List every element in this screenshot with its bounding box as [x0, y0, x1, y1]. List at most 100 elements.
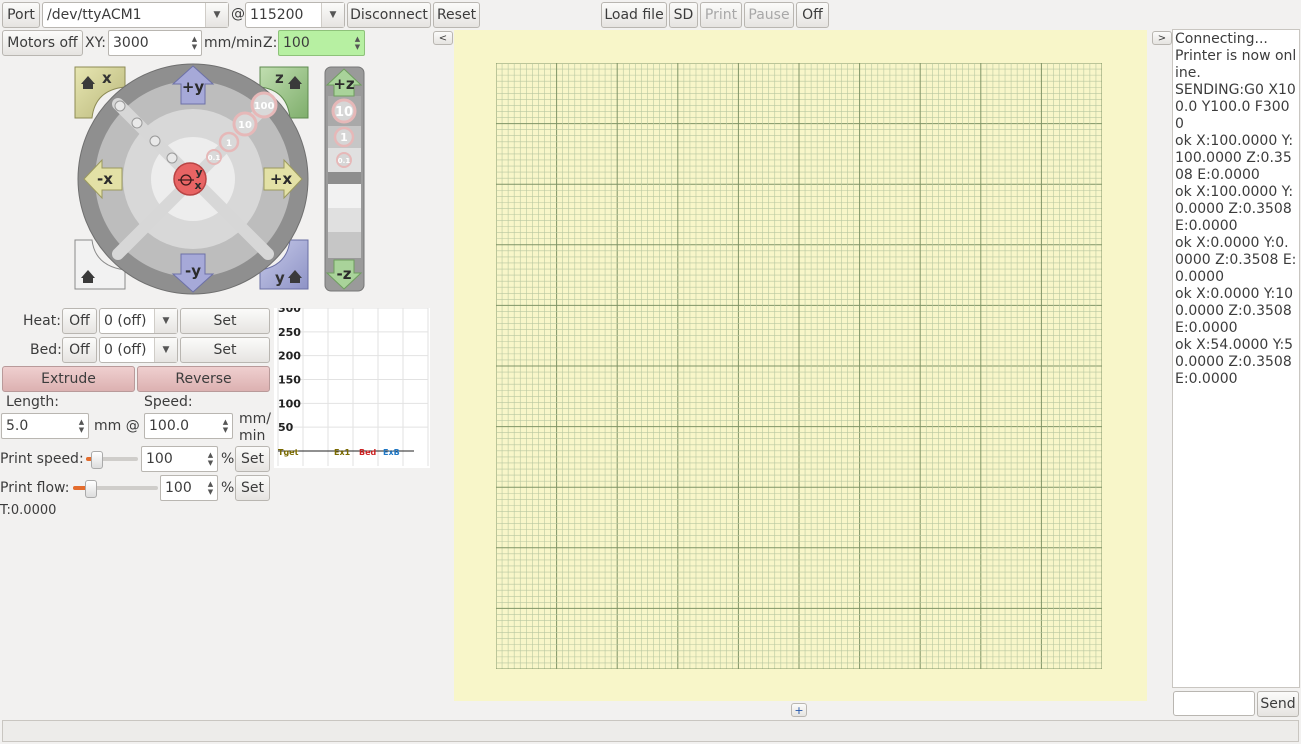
step-1-label: 1	[226, 139, 232, 149]
console-line: Printer is now online.	[1175, 48, 1297, 81]
print-bed-grid[interactable]	[496, 63, 1102, 669]
bed-off-button[interactable]: Off	[62, 337, 97, 363]
chevron-down-icon[interactable]: ▼	[205, 3, 228, 27]
command-input[interactable]	[1173, 691, 1255, 716]
port-value: /dev/ttyACM1	[47, 7, 142, 23]
print-flow-set-button[interactable]: Set	[235, 475, 270, 501]
graph-tick-label: 150	[278, 374, 301, 387]
chevron-down-icon[interactable]: ▼	[154, 338, 177, 362]
graph-tick-label: 50	[278, 421, 294, 434]
center-y-label: y	[195, 166, 202, 179]
spin-arrows-icon[interactable]: ▲ ▼	[219, 414, 232, 438]
send-button[interactable]: Send	[1257, 691, 1299, 717]
print-speed-slider[interactable]	[86, 449, 138, 469]
print-button[interactable]: Print	[700, 2, 742, 28]
home-y-label: y	[275, 269, 285, 287]
print-speed-set-button[interactable]: Set	[235, 446, 270, 472]
load-file-button[interactable]: Load file	[601, 2, 667, 28]
center-x-label: x	[194, 179, 201, 192]
reset-button[interactable]: Reset	[433, 2, 480, 28]
z-step-01-label: 0.1	[338, 157, 351, 165]
rail-knob	[166, 152, 178, 164]
z-feedrate-input[interactable]: 100 ▲ ▼	[278, 30, 365, 56]
console-line: ok X:0.0000 Y:0.0000 Z:0.3508 E:0.0000	[1175, 235, 1297, 285]
reverse-button[interactable]: Reverse	[137, 366, 270, 392]
heat-value: 0 (off)	[104, 313, 147, 329]
slider-thumb[interactable]	[85, 480, 97, 498]
console-line: ok X:100.0000 Y:100.0000 Z:0.3508 E:0.00…	[1175, 133, 1294, 183]
step-100-label: 100	[254, 101, 275, 112]
bed-set-button[interactable]: Set	[180, 337, 270, 363]
motors-off-button[interactable]: Motors off	[2, 30, 83, 56]
sd-button[interactable]: SD	[669, 2, 698, 28]
legend-exb: ExB	[383, 448, 400, 457]
length-input[interactable]: 5.0 ▲ ▼	[1, 413, 89, 439]
bed-label: Bed:	[30, 342, 62, 358]
chevron-down-icon[interactable]: ▼	[154, 309, 177, 333]
print-flow-input[interactable]: 100 ▲ ▼	[160, 475, 218, 501]
temperature-readout: T:0.0000	[0, 503, 57, 518]
spin-arrows-icon[interactable]: ▲ ▼	[75, 414, 88, 438]
xy-feedrate-value: 3000	[113, 35, 149, 51]
heat-set-button[interactable]: Set	[180, 308, 270, 334]
home-z-label: z	[275, 69, 284, 87]
disconnect-button[interactable]: Disconnect	[347, 2, 431, 28]
spin-arrows-icon[interactable]: ▲ ▼	[204, 447, 217, 471]
spin-arrows-icon[interactable]: ▲ ▼	[351, 31, 364, 55]
port-select[interactable]: /dev/ttyACM1 ▼	[42, 2, 229, 28]
length-value: 5.0	[6, 418, 29, 434]
percent-label: %	[221, 480, 235, 496]
console-line: ok X:100.0000 Y:0.0000 Z:0.3508 E:0.0000	[1175, 184, 1297, 234]
heat-label: Heat:	[23, 313, 61, 329]
baud-select[interactable]: 115200 ▼	[245, 2, 345, 28]
z-step-1-label: 1	[340, 131, 348, 144]
console-line: ok X:0.0000 Y:100.0000 Z:0.3508 E:0.0000	[1175, 286, 1297, 336]
extrude-button[interactable]: Extrude	[2, 366, 135, 392]
status-bar	[2, 720, 1299, 742]
print-flow-slider[interactable]	[73, 478, 158, 498]
expand-right-button[interactable]: >	[1152, 31, 1172, 45]
bed-select[interactable]: 0 (off) ▼	[99, 337, 178, 363]
speed-label: Speed:	[144, 394, 193, 410]
home-x-label: x	[102, 69, 112, 87]
spin-arrows-icon[interactable]: ▲ ▼	[204, 476, 217, 500]
spin-arrows-icon[interactable]: ▲ ▼	[188, 31, 201, 55]
pause-button[interactable]: Pause	[744, 2, 794, 28]
legend-target: Tget	[278, 448, 299, 457]
console-log[interactable]: Connecting... Printer is now online. SENDI…	[1172, 29, 1300, 688]
legend-ex1: Ex1	[334, 448, 351, 457]
add-button[interactable]: +	[791, 703, 807, 717]
minus-y-label: -y	[185, 262, 201, 280]
length-label: Length:	[6, 394, 60, 410]
xy-jog-control[interactable]: x z y 100 10 1 0.1 +y -y -x +x y x +z -z…	[70, 62, 370, 298]
graph-tick-label: 100	[278, 397, 301, 410]
heat-off-button[interactable]: Off	[62, 308, 97, 334]
mm-unit-label: mm/	[239, 411, 271, 427]
mm-at-label: mm @	[94, 418, 140, 434]
extrude-speed-input[interactable]: 100.0 ▲ ▼	[144, 413, 233, 439]
heat-select[interactable]: 0 (off) ▼	[99, 308, 178, 334]
collapse-left-button[interactable]: <	[433, 31, 453, 45]
graph-tick-label: 300	[278, 308, 301, 315]
temperature-graph: 300 250 200 150 100 50 Tget Ex1 Bed ExB	[274, 308, 430, 468]
percent-label: %	[221, 451, 235, 467]
print-speed-input[interactable]: 100 ▲ ▼	[141, 446, 218, 472]
step-01-label: 0.1	[208, 154, 221, 162]
min-unit-label: min	[239, 428, 266, 444]
print-speed-label: Print speed:	[0, 451, 84, 467]
legend-bed: Bed	[359, 448, 377, 457]
plus-y-label: +y	[182, 78, 205, 96]
xy-label: XY:	[85, 35, 106, 51]
off-button[interactable]: Off	[796, 2, 829, 28]
xy-feedrate-input[interactable]: 3000 ▲ ▼	[108, 30, 202, 56]
rail-knob	[149, 135, 161, 147]
slider-thumb[interactable]	[91, 451, 103, 469]
plus-z-label: +z	[333, 75, 355, 93]
port-button[interactable]: Port	[2, 2, 40, 28]
print-flow-label: Print flow:	[0, 480, 70, 496]
plater-canvas[interactable]	[454, 30, 1147, 701]
step-10-label: 10	[238, 120, 252, 131]
chevron-down-icon[interactable]: ▼	[321, 3, 344, 27]
rail-knob	[131, 117, 143, 129]
xy-unit-label: mm/min	[204, 35, 263, 51]
